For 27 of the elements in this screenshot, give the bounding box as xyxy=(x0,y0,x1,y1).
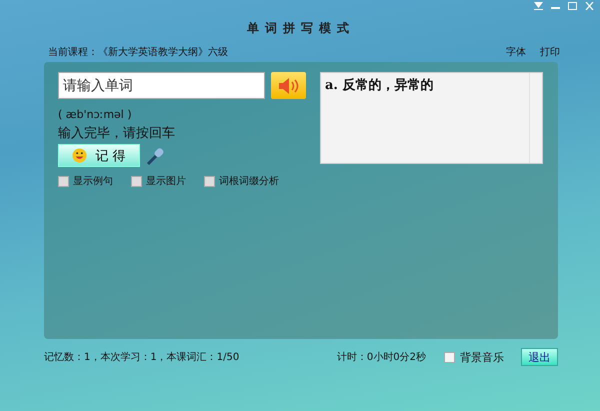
close-icon[interactable] xyxy=(585,2,594,10)
checkbox[interactable] xyxy=(131,176,142,186)
checkbox-label: 背景音乐 xyxy=(460,350,504,364)
progress-text: 记忆数：1，本次学习：1，本课词汇：1/50 xyxy=(44,350,240,364)
microphone-icon[interactable] xyxy=(146,146,166,166)
checkbox[interactable] xyxy=(444,352,455,362)
smiley-icon xyxy=(72,148,88,163)
header-link[interactable]: 打印 xyxy=(540,45,560,59)
window-title: 单词拼写模式 xyxy=(247,20,355,37)
phonetic-text: ( æb'nɔːməl ) xyxy=(58,108,133,121)
exit-button[interactable]: 退出 xyxy=(521,348,558,366)
checkbox-label: 显示例句 xyxy=(73,175,113,188)
checkbox-label: 显示图片 xyxy=(146,174,186,188)
maximize-icon[interactable] xyxy=(568,2,577,10)
course-label: 当前课程：《新大学英语教学大纲》六级 xyxy=(48,46,228,59)
header-link[interactable]: 字体 xyxy=(506,45,526,59)
remember-button[interactable]: 记 得 xyxy=(58,144,140,167)
speaker-icon xyxy=(276,76,300,94)
dropdown-icon[interactable] xyxy=(534,2,543,10)
checkbox[interactable] xyxy=(58,176,69,186)
definition-text: a. 反常的，异常的 xyxy=(324,77,434,95)
prompt-text: 输入完毕，请按回车 xyxy=(58,125,176,142)
timer-text: 计时：0小时0分2秒 xyxy=(336,350,426,364)
checkbox[interactable] xyxy=(204,176,215,186)
word-input-field[interactable]: 请输入单词 xyxy=(58,72,265,99)
speaker-button[interactable] xyxy=(271,72,306,99)
checkbox-label: 词根词缀分析 xyxy=(219,174,279,188)
